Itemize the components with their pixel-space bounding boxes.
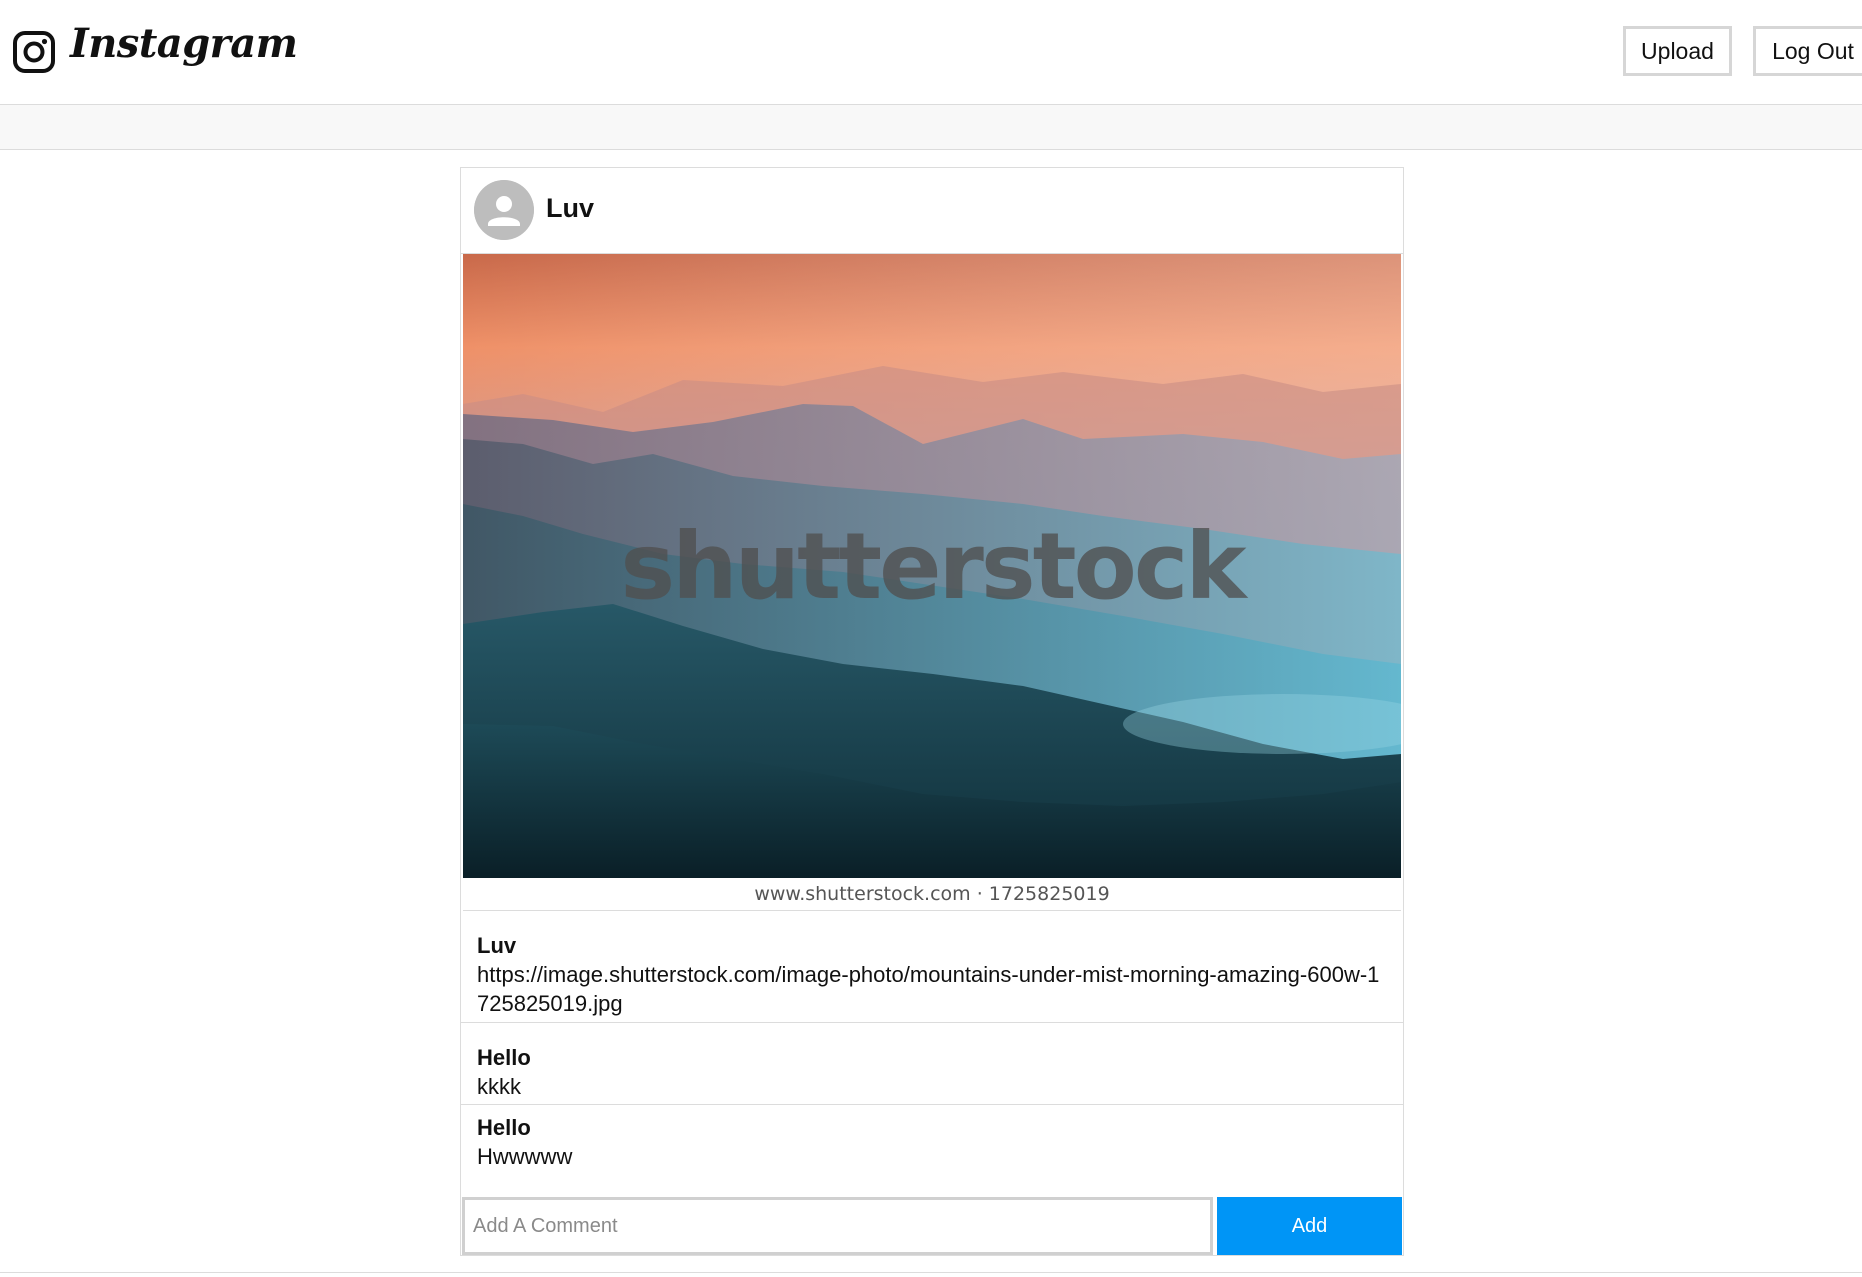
- comment-text: Hwwwww: [477, 1144, 573, 1169]
- secondary-bar: [0, 105, 1862, 150]
- comment-username[interactable]: Hello: [477, 1113, 1387, 1142]
- comment-input[interactable]: [462, 1197, 1213, 1255]
- caption-username[interactable]: Luv: [477, 931, 1387, 960]
- post-image: shutterstock: [463, 254, 1401, 878]
- comment-username[interactable]: Hello: [477, 1043, 1387, 1072]
- comment-form: Add: [462, 1197, 1402, 1255]
- watermark: shutterstock: [620, 512, 1246, 620]
- post-caption: Luv https://image.shutterstock.com/image…: [461, 911, 1403, 1023]
- top-navbar: Instagram Upload Log Out: [0, 0, 1862, 105]
- instagram-wordmark[interactable]: Instagram: [70, 20, 298, 67]
- instagram-logo-icon[interactable]: [12, 30, 56, 74]
- caption-text: https://image.shutterstock.com/image-pho…: [477, 962, 1380, 1016]
- avatar-icon[interactable]: [474, 180, 534, 240]
- logout-button[interactable]: Log Out: [1753, 26, 1862, 76]
- post-card: Luv shutterstock www.shutterstock.com · …: [460, 167, 1404, 1256]
- add-comment-button[interactable]: Add: [1217, 1197, 1402, 1255]
- image-credit: www.shutterstock.com · 1725825019: [463, 878, 1401, 911]
- comment-item: Hello kkkk: [461, 1035, 1403, 1105]
- comment-text: kkkk: [477, 1074, 521, 1099]
- comment-item: Hello Hwwwww: [461, 1105, 1403, 1195]
- upload-button[interactable]: Upload: [1623, 26, 1732, 76]
- post-header: Luv: [461, 168, 1403, 254]
- divider: [0, 1272, 1862, 1273]
- post-username[interactable]: Luv: [546, 193, 594, 224]
